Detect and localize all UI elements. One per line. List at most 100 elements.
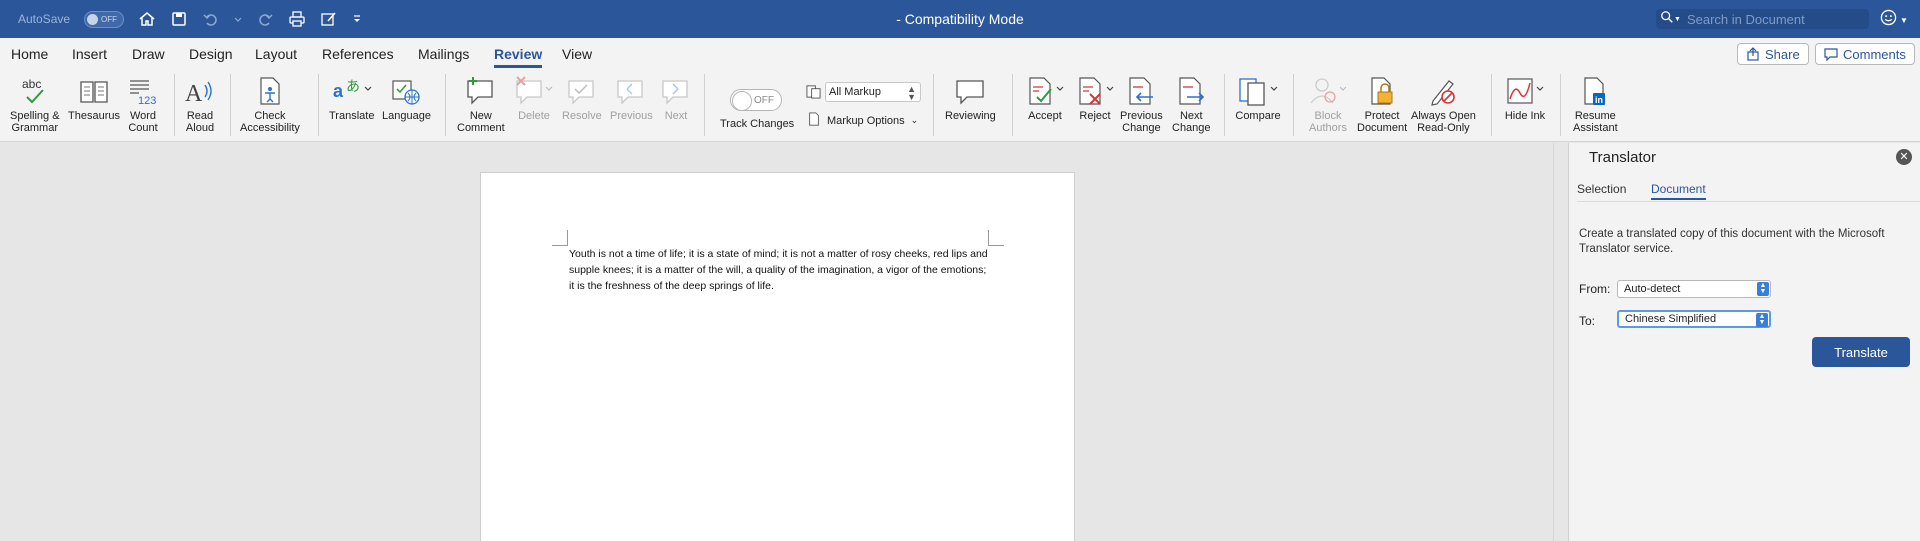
- language-globe-icon: [389, 74, 423, 108]
- translate-ribbon-label: Translate: [329, 110, 375, 122]
- read-aloud-label-2: Aloud: [185, 122, 215, 134]
- spelling-check-icon: abc: [18, 74, 52, 108]
- document-body-text[interactable]: Youth is not a time of life; it is a sta…: [569, 246, 989, 294]
- language-button[interactable]: Language: [382, 74, 431, 122]
- tab-mailings[interactable]: Mailings: [418, 46, 469, 62]
- ribbon-separator: [1012, 74, 1013, 136]
- to-language-select[interactable]: Chinese Simplified ▲ ▼: [1617, 310, 1771, 328]
- chevron-down-icon: ▼: [1900, 15, 1908, 25]
- previous-change-label-2: Change: [1122, 122, 1161, 134]
- always-open-read-only-button[interactable]: Always Open Read-Only: [1411, 74, 1476, 134]
- markup-options-button[interactable]: Markup Options ⌄: [807, 112, 918, 129]
- check-accessibility-button[interactable]: Check Accessibility: [240, 74, 300, 134]
- tab-layout[interactable]: Layout: [255, 46, 297, 62]
- resume-linkedin-icon: in: [1578, 74, 1612, 108]
- thesaurus-button[interactable]: Thesaurus: [68, 74, 120, 122]
- close-icon[interactable]: ✕: [1896, 149, 1912, 165]
- resume-assistant-button[interactable]: in Resume Assistant: [1573, 74, 1618, 134]
- autosave-state: OFF: [101, 14, 118, 24]
- hide-ink-button[interactable]: Hide Ink: [1503, 74, 1547, 122]
- tab-references[interactable]: References: [322, 46, 394, 62]
- select-arrows-icon: ▲ ▼: [1756, 313, 1768, 327]
- review-ribbon: abc Spelling & Grammar Thesaurus 123 Wor…: [0, 70, 1920, 142]
- redo-icon[interactable]: [256, 10, 274, 28]
- comments-button[interactable]: Comments: [1815, 43, 1915, 65]
- undo-dropdown-icon[interactable]: [234, 10, 242, 28]
- new-comment-button[interactable]: New Comment: [457, 74, 505, 134]
- previous-comment-button[interactable]: Previous: [610, 74, 653, 122]
- block-authors-button[interactable]: Block Authors: [1306, 74, 1350, 134]
- language-label: Language: [382, 110, 431, 122]
- from-language-select[interactable]: Auto-detect ▲ ▼: [1617, 280, 1771, 298]
- accept-button[interactable]: Accept: [1023, 74, 1067, 122]
- translator-description: Create a translated copy of this documen…: [1579, 228, 1885, 255]
- customize-toolbar-icon[interactable]: [352, 10, 362, 28]
- smiley-icon: [1880, 9, 1897, 31]
- select-arrows-icon: ▲ ▼: [1757, 282, 1769, 296]
- feedback-button[interactable]: ▼: [1880, 9, 1908, 31]
- to-language-value: Chinese Simplified: [1625, 313, 1717, 325]
- word-count-label-1: Word: [129, 110, 157, 122]
- share-button[interactable]: Share: [1737, 43, 1809, 65]
- accept-icon: [1023, 74, 1067, 108]
- edit-document-icon[interactable]: [320, 10, 338, 28]
- chevron-down-icon: ⌄: [910, 115, 919, 125]
- translate-icon: aあ: [330, 74, 374, 108]
- tab-home[interactable]: Home: [11, 46, 48, 62]
- spelling-label-1: Spelling &: [10, 110, 60, 122]
- protect-document-button[interactable]: Protect Document: [1357, 74, 1407, 134]
- lock-document-icon: [1365, 74, 1399, 108]
- previous-label: Previous: [610, 110, 653, 122]
- track-changes-toggle[interactable]: OFF: [730, 89, 782, 111]
- check-accessibility-label-2: Accessibility: [240, 122, 300, 134]
- tab-review[interactable]: Review: [494, 46, 543, 68]
- margin-corner-mark: [552, 230, 568, 246]
- tab-selection[interactable]: Selection: [1577, 182, 1626, 196]
- next-comment-icon: [659, 74, 693, 108]
- word-count-button[interactable]: 123 Word Count: [126, 74, 160, 134]
- resolve-comment-button[interactable]: Resolve: [562, 74, 602, 122]
- next-comment-button[interactable]: Next: [659, 74, 693, 122]
- read-aloud-button[interactable]: A Read Aloud: [183, 74, 217, 134]
- translate-ribbon-button[interactable]: aあ Translate: [329, 74, 374, 122]
- delete-comment-button[interactable]: Delete: [512, 74, 556, 122]
- markup-options-label: Markup Options: [827, 114, 905, 127]
- print-icon[interactable]: [288, 10, 306, 28]
- translate-button[interactable]: Translate: [1812, 337, 1910, 367]
- resolve-comment-icon: [565, 74, 599, 108]
- title-bar: AutoSave OFF - Compatibility Mode ▼ Sear…: [0, 0, 1920, 38]
- search-box[interactable]: ▼: [1656, 9, 1869, 29]
- check-accessibility-label-1: Check: [254, 110, 286, 122]
- markup-options-icon: [807, 112, 821, 129]
- reviewing-pane-button[interactable]: Reviewing: [945, 74, 996, 122]
- tab-design[interactable]: Design: [189, 46, 233, 62]
- always-open-label-1: Always Open: [1411, 110, 1476, 122]
- next-change-button[interactable]: Next Change: [1172, 74, 1211, 134]
- reject-button[interactable]: Reject: [1073, 74, 1117, 122]
- spelling-grammar-button[interactable]: abc Spelling & Grammar: [10, 74, 60, 134]
- read-aloud-icon: A: [183, 74, 217, 108]
- markup-display-select[interactable]: All Markup ▲ ▼: [825, 82, 921, 102]
- tab-document[interactable]: Document: [1651, 182, 1706, 200]
- autosave-toggle[interactable]: OFF: [84, 10, 125, 28]
- tab-draw[interactable]: Draw: [132, 46, 165, 62]
- word-count-icon: 123: [126, 74, 160, 108]
- vertical-scrollbar[interactable]: [1553, 143, 1568, 541]
- block-authors-label-1: Block: [1314, 110, 1342, 122]
- ribbon-separator: [445, 74, 446, 136]
- reject-label: Reject: [1079, 110, 1111, 122]
- document-canvas[interactable]: Youth is not a time of life; it is a sta…: [0, 143, 1568, 541]
- ribbon-separator: [704, 74, 705, 136]
- read-aloud-label-1: Read: [186, 110, 214, 122]
- previous-change-button[interactable]: Previous Change: [1120, 74, 1163, 134]
- save-icon[interactable]: [170, 10, 188, 28]
- home-icon[interactable]: [138, 10, 156, 28]
- document-page[interactable]: Youth is not a time of life; it is a sta…: [480, 172, 1075, 541]
- tab-view[interactable]: View: [562, 46, 592, 62]
- block-authors-icon: [1306, 74, 1350, 108]
- ribbon-separator: [1491, 74, 1492, 136]
- compare-button[interactable]: Compare: [1234, 74, 1282, 122]
- search-input[interactable]: [1686, 11, 1867, 27]
- undo-icon[interactable]: [202, 10, 220, 28]
- tab-insert[interactable]: Insert: [72, 46, 107, 62]
